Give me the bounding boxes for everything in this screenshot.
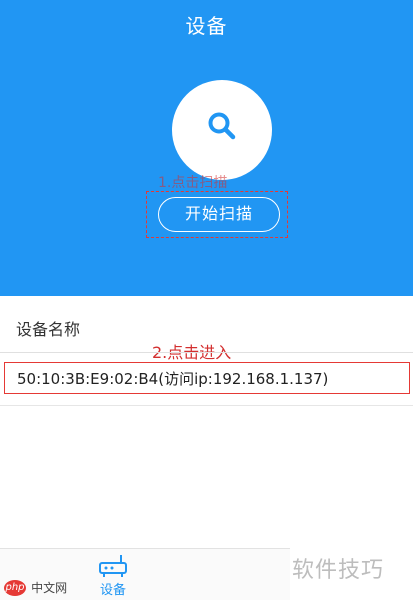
device-list-header: 设备名称 <box>16 320 81 339</box>
app-header: 设备 1.点击扫描 开始扫描 <box>0 0 413 296</box>
annotation-step-2: 2.点击进入 <box>152 343 232 362</box>
device-list-item[interactable]: 50:10:3B:E9:02:B4(访问ip:192.168.1.137) <box>17 368 328 389</box>
nav-item-label: 设备 <box>99 583 126 598</box>
watermark-text: 软件技巧 <box>292 558 385 583</box>
watermark-logo: php 中文网 <box>4 577 67 597</box>
start-scan-button[interactable]: 开始扫描 <box>158 197 280 232</box>
php-logo: php <box>4 579 26 596</box>
nav-item-device[interactable]: 设备 <box>84 551 142 599</box>
divider <box>0 352 413 353</box>
page-title: 设备 <box>185 14 228 38</box>
router-icon <box>99 555 127 577</box>
annotation-step-1: 1.点击扫描 <box>158 175 228 191</box>
search-icon <box>208 112 236 140</box>
search-circle-button[interactable] <box>172 80 272 180</box>
watermark-site-name: 中文网 <box>31 581 68 595</box>
divider <box>0 405 413 406</box>
